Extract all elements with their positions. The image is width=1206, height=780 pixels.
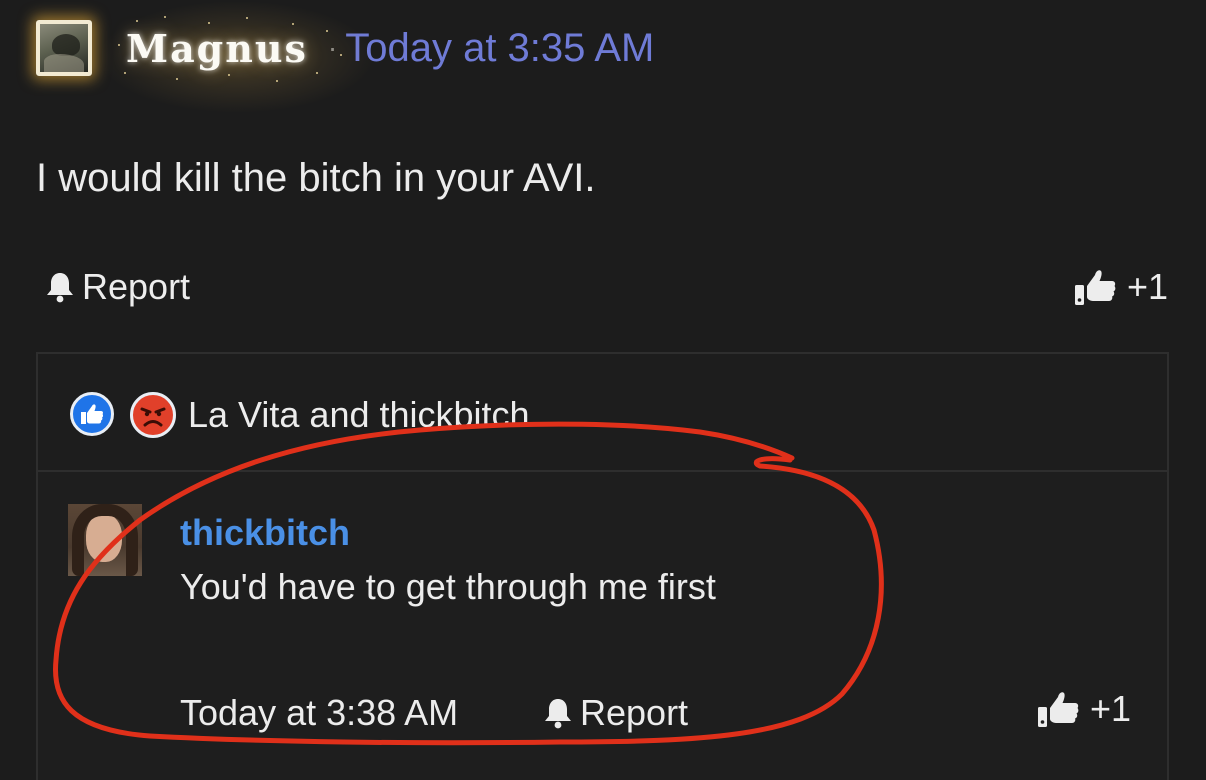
bell-icon	[545, 699, 571, 729]
header-separator: ·	[327, 32, 338, 63]
post-timestamp[interactable]: Today at 3:35 AM	[345, 26, 654, 71]
post-actions: Report +1	[44, 266, 1168, 312]
reactors-text[interactable]: La Vita and thickbitch	[188, 394, 530, 436]
angry-face-icon	[140, 407, 166, 427]
reply-author-avatar[interactable]	[68, 504, 142, 576]
thumbs-up-icon	[81, 404, 104, 424]
reply-timestamp[interactable]: Today at 3:38 AM	[180, 692, 458, 734]
author-name[interactable]: Magnus	[102, 1, 372, 112]
reply-like-count: +1	[1089, 688, 1131, 729]
post-header: Magnus · Today at 3:35 AM	[36, 1, 654, 112]
bell-icon	[47, 273, 73, 303]
like-button[interactable]: +1	[1073, 266, 1168, 308]
forum-thread: Magnus · Today at 3:35 AM I would kill t…	[0, 0, 1206, 780]
reply-body: You'd have to get through me first	[180, 566, 716, 607]
report-button[interactable]: Report	[44, 266, 190, 308]
author-avatar[interactable]	[36, 20, 92, 76]
like-count: +1	[1126, 266, 1168, 307]
reaction-summary[interactable]: La Vita and thickbitch	[38, 354, 1167, 472]
author-name-text[interactable]: Magnus	[126, 26, 308, 71]
reply-report-button[interactable]: Report	[542, 692, 688, 734]
like-reaction-icon	[70, 392, 114, 436]
thumbs-up-icon	[1074, 270, 1116, 305]
angry-reaction-icon	[130, 392, 176, 438]
reply-report-label: Report	[580, 692, 689, 733]
thumbs-up-icon	[1037, 692, 1079, 727]
report-label: Report	[82, 266, 191, 307]
reply-item: thickbitch You'd have to get through me …	[38, 472, 1167, 780]
reply-like-button[interactable]: +1	[1036, 688, 1131, 730]
reply-author-name[interactable]: thickbitch	[180, 512, 350, 554]
post-body: I would kill the bitch in your AVI.	[36, 156, 596, 200]
replies-panel: La Vita and thickbitch thickbitch You'd …	[36, 352, 1169, 780]
